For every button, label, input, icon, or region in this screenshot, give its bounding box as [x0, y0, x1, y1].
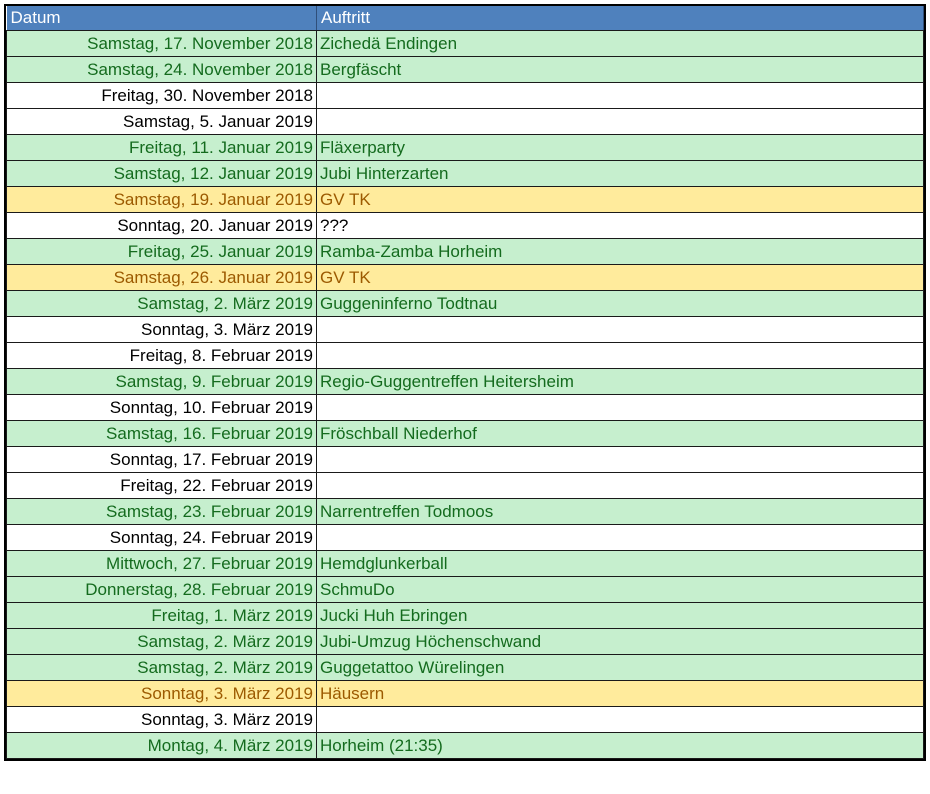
event-cell[interactable]: Guggetattoo Würelingen: [316, 654, 924, 681]
table-row: Sonntag, 17. Februar 2019: [6, 446, 924, 473]
event-cell[interactable]: [316, 446, 924, 473]
table-row: Samstag, 23. Februar 2019 Narrentreffen T…: [6, 498, 924, 525]
table-row: Samstag, 19. Januar 2019 GV TK: [6, 186, 924, 213]
date-cell[interactable]: Freitag, 8. Februar 2019: [6, 342, 317, 369]
event-cell[interactable]: [316, 82, 924, 109]
table-row: Mittwoch, 27. Februar 2019 Hemdglunkerbal…: [6, 550, 924, 577]
table-row: Montag, 4. März 2019 Horheim (21:35): [6, 732, 924, 759]
date-cell[interactable]: Samstag, 2. März 2019: [6, 628, 317, 655]
date-cell[interactable]: Samstag, 12. Januar 2019: [6, 160, 317, 187]
event-cell[interactable]: GV TK: [316, 186, 924, 213]
schedule-sheet: Datum Auftritt Samstag, 17. November 201…: [4, 4, 926, 761]
table-row: Sonntag, 3. März 2019 Häusern: [6, 680, 924, 707]
event-cell[interactable]: Jubi-Umzug Höchenschwand: [316, 628, 924, 655]
date-cell[interactable]: Sonntag, 17. Februar 2019: [6, 446, 317, 473]
table-row: Freitag, 25. Januar 2019 Ramba-Zamba Horh…: [6, 238, 924, 265]
event-cell[interactable]: ???: [316, 212, 924, 239]
date-cell[interactable]: Sonntag, 10. Februar 2019: [6, 394, 317, 421]
event-cell[interactable]: [316, 108, 924, 135]
header-event[interactable]: Auftritt: [316, 6, 924, 31]
header-date[interactable]: Datum: [6, 6, 317, 31]
event-cell[interactable]: GV TK: [316, 264, 924, 291]
date-cell[interactable]: Samstag, 2. März 2019: [6, 654, 317, 681]
date-cell[interactable]: Samstag, 5. Januar 2019: [6, 108, 317, 135]
date-cell[interactable]: Freitag, 1. März 2019: [6, 602, 317, 629]
date-cell[interactable]: Montag, 4. März 2019: [6, 732, 317, 759]
event-cell[interactable]: Guggeninferno Todtnau: [316, 290, 924, 317]
date-cell[interactable]: Freitag, 22. Februar 2019: [6, 472, 317, 499]
event-cell[interactable]: Hemdglunkerball: [316, 550, 924, 577]
date-cell[interactable]: Sonntag, 3. März 2019: [6, 680, 317, 707]
table-row: Freitag, 11. Januar 2019 Fläxerparty: [6, 134, 924, 161]
date-cell[interactable]: Donnerstag, 28. Februar 2019: [6, 576, 317, 603]
table-row: Sonntag, 10. Februar 2019: [6, 394, 924, 421]
date-cell[interactable]: Sonntag, 3. März 2019: [6, 316, 317, 343]
date-cell[interactable]: Sonntag, 24. Februar 2019: [6, 524, 317, 551]
date-cell[interactable]: Samstag, 17. November 2018: [6, 30, 317, 57]
event-cell[interactable]: Horheim (21:35): [316, 732, 924, 759]
date-cell[interactable]: Samstag, 9. Februar 2019: [6, 368, 317, 395]
table-row: Donnerstag, 28. Februar 2019 SchmuDo: [6, 576, 924, 603]
table-row: Sonntag, 3. März 2019: [6, 706, 924, 733]
date-cell[interactable]: Samstag, 23. Februar 2019: [6, 498, 317, 525]
header-row: Datum Auftritt: [6, 6, 924, 31]
event-cell[interactable]: Fröschball Niederhof: [316, 420, 924, 447]
schedule-table: Datum Auftritt Samstag, 17. November 201…: [6, 6, 924, 759]
date-cell[interactable]: Sonntag, 3. März 2019: [6, 706, 317, 733]
event-cell[interactable]: Fläxerparty: [316, 134, 924, 161]
table-row: Samstag, 24. November 2018 Bergfäscht: [6, 56, 924, 83]
table-row: Samstag, 9. Februar 2019 Regio-Guggentref…: [6, 368, 924, 395]
table-row: Samstag, 2. März 2019 Jubi-Umzug Höchensc…: [6, 628, 924, 655]
event-cell[interactable]: [316, 394, 924, 421]
event-cell[interactable]: Narrentreffen Todmoos: [316, 498, 924, 525]
date-cell[interactable]: Freitag, 11. Januar 2019: [6, 134, 317, 161]
event-cell[interactable]: Häusern: [316, 680, 924, 707]
date-cell[interactable]: Samstag, 24. November 2018: [6, 56, 317, 83]
date-cell[interactable]: Samstag, 16. Februar 2019: [6, 420, 317, 447]
date-cell[interactable]: Samstag, 26. Januar 2019: [6, 264, 317, 291]
table-row: Sonntag, 24. Februar 2019: [6, 524, 924, 551]
table-row: Freitag, 8. Februar 2019: [6, 342, 924, 369]
event-cell[interactable]: Jucki Huh Ebringen: [316, 602, 924, 629]
table-row: Freitag, 1. März 2019 Jucki Huh Ebringen: [6, 602, 924, 629]
event-cell[interactable]: Regio-Guggentreffen Heitersheim: [316, 368, 924, 395]
event-cell[interactable]: [316, 316, 924, 343]
event-cell[interactable]: SchmuDo: [316, 576, 924, 603]
date-cell[interactable]: Sonntag, 20. Januar 2019: [6, 212, 317, 239]
date-cell[interactable]: Samstag, 2. März 2019: [6, 290, 317, 317]
table-row: Samstag, 26. Januar 2019 GV TK: [6, 264, 924, 291]
table-row: Samstag, 12. Januar 2019 Jubi Hinterzarte…: [6, 160, 924, 187]
table-body: Samstag, 17. November 2018 Zichedä Ending…: [6, 30, 924, 759]
table-row: Samstag, 17. November 2018 Zichedä Ending…: [6, 30, 924, 57]
event-cell[interactable]: Zichedä Endingen: [316, 30, 924, 57]
table-row: Sonntag, 20. Januar 2019???: [6, 212, 924, 239]
table-row: Samstag, 16. Februar 2019 Fröschball Nied…: [6, 420, 924, 447]
event-cell[interactable]: [316, 706, 924, 733]
table-row: Freitag, 22. Februar 2019: [6, 472, 924, 499]
event-cell[interactable]: [316, 524, 924, 551]
date-cell[interactable]: Freitag, 25. Januar 2019: [6, 238, 317, 265]
table-row: Samstag, 2. März 2019 Guggetattoo Würelin…: [6, 654, 924, 681]
event-cell[interactable]: Jubi Hinterzarten: [316, 160, 924, 187]
date-cell[interactable]: Samstag, 19. Januar 2019: [6, 186, 317, 213]
event-cell[interactable]: [316, 342, 924, 369]
table-row: Freitag, 30. November 2018: [6, 82, 924, 109]
event-cell[interactable]: [316, 472, 924, 499]
table-row: Samstag, 5. Januar 2019: [6, 108, 924, 135]
table-row: Sonntag, 3. März 2019: [6, 316, 924, 343]
table-row: Samstag, 2. März 2019 Guggeninferno Todtn…: [6, 290, 924, 317]
date-cell[interactable]: Freitag, 30. November 2018: [6, 82, 317, 109]
event-cell[interactable]: Ramba-Zamba Horheim: [316, 238, 924, 265]
event-cell[interactable]: Bergfäscht: [316, 56, 924, 83]
date-cell[interactable]: Mittwoch, 27. Februar 2019: [6, 550, 317, 577]
